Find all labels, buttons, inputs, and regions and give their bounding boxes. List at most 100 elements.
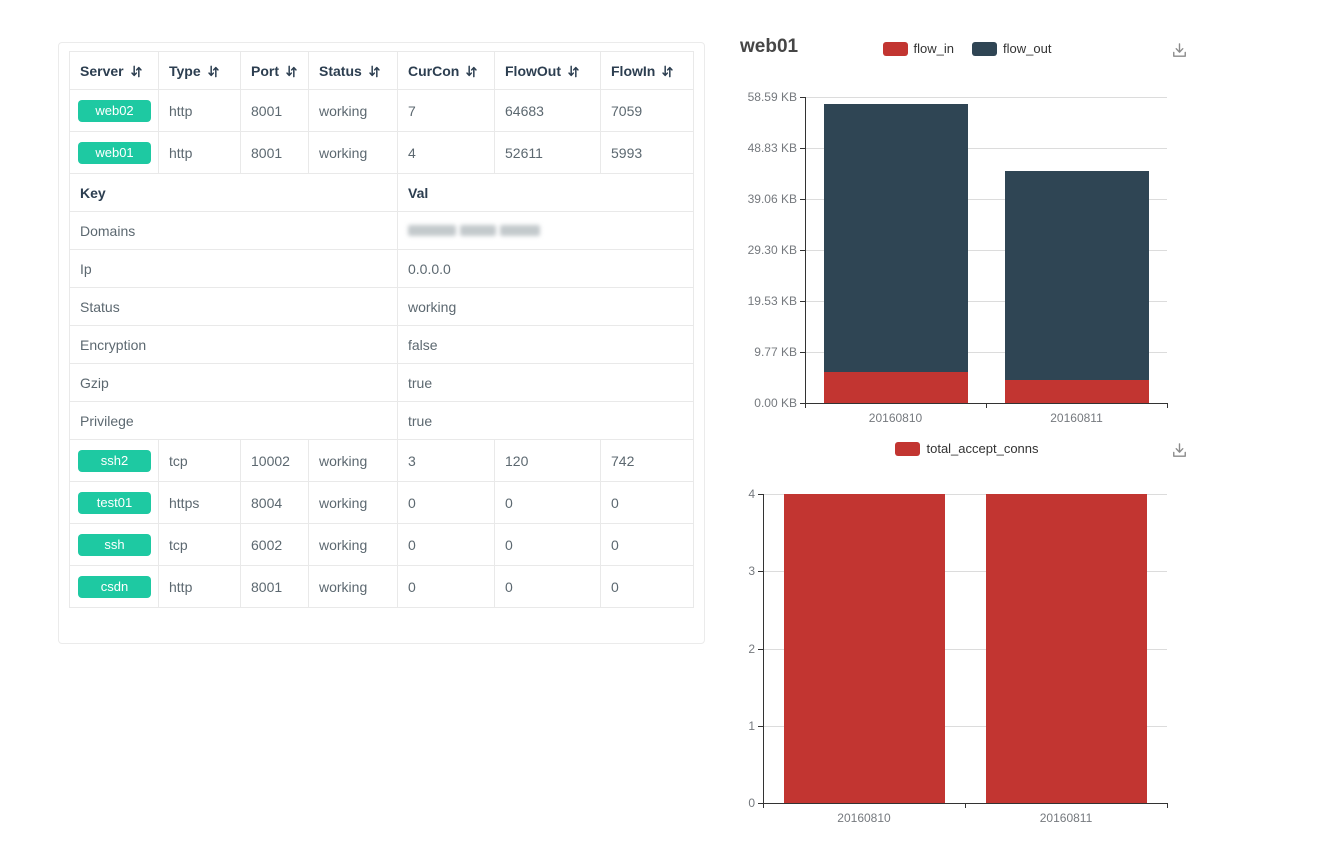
val-cell: 0.0.0.0 bbox=[398, 250, 694, 288]
cell-port: 8001 bbox=[241, 566, 309, 608]
legend-swatch bbox=[895, 442, 920, 456]
cell-type: http bbox=[159, 566, 241, 608]
key-cell: Domains bbox=[70, 212, 398, 250]
server-badge-csdn[interactable]: csdn bbox=[78, 576, 151, 598]
flow-chart: web01 flow_inflow_out 0.00 KB9.77 KB19.5… bbox=[730, 20, 1204, 434]
column-header-server[interactable]: Server bbox=[70, 52, 159, 90]
cell-curcon: 0 bbox=[398, 566, 495, 608]
cell-status: working bbox=[309, 440, 398, 482]
sort-icon[interactable] bbox=[661, 65, 674, 78]
y-axis-line bbox=[805, 97, 806, 403]
x-tick bbox=[1167, 803, 1168, 808]
x-axis-line bbox=[763, 803, 1167, 804]
connections-chart: total_accept_conns 012342016081020160811 bbox=[730, 435, 1204, 835]
sort-icon[interactable] bbox=[465, 65, 478, 78]
bar-segment-flow_out-20160811[interactable] bbox=[1005, 171, 1149, 380]
y-axis-label: 29.30 KB bbox=[727, 243, 797, 257]
val-cell: true bbox=[398, 364, 694, 402]
sort-icon[interactable] bbox=[285, 65, 298, 78]
y-axis-label: 4 bbox=[685, 487, 755, 501]
y-axis-label: 3 bbox=[685, 564, 755, 578]
keyval-row-domains: Domains bbox=[70, 212, 694, 250]
bar-segment-flow_in-20160811[interactable] bbox=[1005, 380, 1149, 403]
y-axis-label: 0 bbox=[685, 796, 755, 810]
server-badge-test01[interactable]: test01 bbox=[78, 492, 151, 514]
cell-port: 10002 bbox=[241, 440, 309, 482]
cell-flowin: 0 bbox=[601, 482, 694, 524]
legend-item-flow_in[interactable]: flow_in bbox=[883, 41, 954, 56]
val-header: Val bbox=[398, 174, 694, 212]
column-header-flowout[interactable]: FlowOut bbox=[495, 52, 601, 90]
column-header-curcon[interactable]: CurCon bbox=[398, 52, 495, 90]
sort-icon[interactable] bbox=[130, 65, 143, 78]
cell-type: http bbox=[159, 90, 241, 132]
keyval-row-encryption: Encryptionfalse bbox=[70, 326, 694, 364]
x-axis-label: 20160811 bbox=[1022, 411, 1132, 425]
y-axis-line bbox=[763, 494, 764, 803]
server-badge-web01[interactable]: web01 bbox=[78, 142, 151, 164]
cell-flowout: 0 bbox=[495, 566, 601, 608]
cell-port: 8001 bbox=[241, 90, 309, 132]
cell-type: https bbox=[159, 482, 241, 524]
server-row-web02: web02http8001working7646837059 bbox=[70, 90, 694, 132]
legend-item-total_accept_conns[interactable]: total_accept_conns bbox=[895, 441, 1038, 456]
cell-curcon: 3 bbox=[398, 440, 495, 482]
cell-status: working bbox=[309, 524, 398, 566]
bar-segment-total_accept_conns-20160810[interactable] bbox=[784, 494, 945, 803]
cell-port: 8001 bbox=[241, 132, 309, 174]
keyval-header-row: KeyVal bbox=[70, 174, 694, 212]
cell-flowin: 0 bbox=[601, 566, 694, 608]
column-header-type[interactable]: Type bbox=[159, 52, 241, 90]
sort-icon[interactable] bbox=[567, 65, 580, 78]
server-badge-ssh[interactable]: ssh bbox=[78, 534, 151, 556]
bar-segment-total_accept_conns-20160811[interactable] bbox=[986, 494, 1147, 803]
connections-chart-legend: total_accept_conns bbox=[730, 441, 1204, 456]
cell-type: http bbox=[159, 132, 241, 174]
server-badge-web02[interactable]: web02 bbox=[78, 100, 151, 122]
y-axis-label: 48.83 KB bbox=[727, 141, 797, 155]
key-cell: Status bbox=[70, 288, 398, 326]
cell-flowout: 0 bbox=[495, 482, 601, 524]
cell-flowin: 0 bbox=[601, 524, 694, 566]
column-header-status[interactable]: Status bbox=[309, 52, 398, 90]
cell-flowout: 52611 bbox=[495, 132, 601, 174]
key-cell: Privilege bbox=[70, 402, 398, 440]
server-row-ssh: sshtcp6002working000 bbox=[70, 524, 694, 566]
key-header: Key bbox=[70, 174, 398, 212]
legend-item-flow_out[interactable]: flow_out bbox=[972, 41, 1051, 56]
val-cell: true bbox=[398, 402, 694, 440]
server-detail-panel: ServerTypePortStatusCurConFlowOutFlowIn … bbox=[58, 42, 705, 644]
y-axis-label: 19.53 KB bbox=[727, 294, 797, 308]
sort-icon[interactable] bbox=[368, 65, 381, 78]
key-cell: Encryption bbox=[70, 326, 398, 364]
column-header-flowin[interactable]: FlowIn bbox=[601, 52, 694, 90]
server-row-test01: test01https8004working000 bbox=[70, 482, 694, 524]
flow-chart-legend: flow_in flow_out bbox=[730, 41, 1204, 56]
x-axis-label: 20160810 bbox=[809, 811, 919, 825]
cell-curcon: 0 bbox=[398, 524, 495, 566]
y-axis-label: 9.77 KB bbox=[727, 345, 797, 359]
cell-type: tcp bbox=[159, 524, 241, 566]
save-as-image-button[interactable] bbox=[1171, 42, 1188, 59]
download-icon bbox=[1171, 42, 1188, 59]
val-cell: working bbox=[398, 288, 694, 326]
cell-status: working bbox=[309, 482, 398, 524]
cell-port: 8004 bbox=[241, 482, 309, 524]
val-cell: false bbox=[398, 326, 694, 364]
table-header-row: ServerTypePortStatusCurConFlowOutFlowIn bbox=[70, 52, 694, 90]
keyval-row-status: Statusworking bbox=[70, 288, 694, 326]
val-cell bbox=[398, 212, 694, 250]
server-row-ssh2: ssh2tcp10002working3120742 bbox=[70, 440, 694, 482]
sort-icon[interactable] bbox=[207, 65, 220, 78]
bar-segment-flow_in-20160810[interactable] bbox=[824, 372, 968, 403]
server-badge-ssh2[interactable]: ssh2 bbox=[78, 450, 151, 472]
cell-flowin: 742 bbox=[601, 440, 694, 482]
keyval-row-gzip: Gziptrue bbox=[70, 364, 694, 402]
x-axis-label: 20160811 bbox=[1011, 811, 1121, 825]
bar-segment-flow_out-20160810[interactable] bbox=[824, 104, 968, 372]
legend-swatch bbox=[972, 42, 997, 56]
x-axis-line bbox=[805, 403, 1167, 404]
cell-status: working bbox=[309, 566, 398, 608]
column-header-port[interactable]: Port bbox=[241, 52, 309, 90]
save-as-image-button[interactable] bbox=[1171, 442, 1188, 459]
